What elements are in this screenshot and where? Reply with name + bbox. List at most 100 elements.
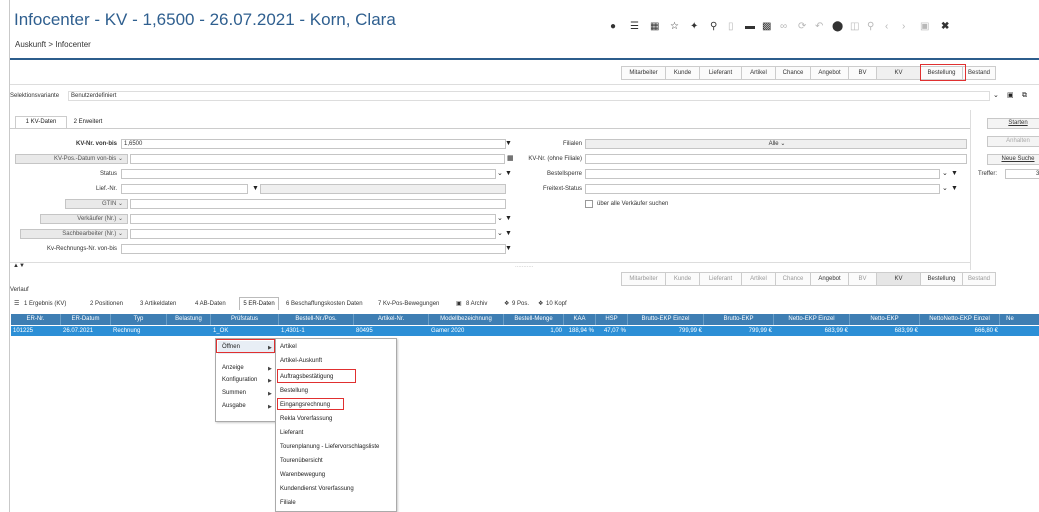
bottom-tab-mitarbeiter[interactable]: Mitarbeiter xyxy=(621,272,665,286)
bottom-tab-artikel[interactable]: Artikel xyxy=(741,272,775,286)
collapse-icon[interactable]: ▲▼ xyxy=(13,263,25,269)
kv-pos-datum-dropdown[interactable]: KV-Pos.-Datum von-bis ⌄ xyxy=(15,154,128,164)
detail-tab-er-daten[interactable]: 5 ER-Daten xyxy=(239,297,279,310)
sachbearbeiter-dropdown[interactable]: Sachbearbeiter (Nr.) ⌄ xyxy=(20,229,128,239)
trash-icon[interactable]: ◫ xyxy=(850,22,859,32)
star-icon[interactable]: ☆ xyxy=(670,22,679,32)
splitter-handle-icon[interactable]: ........... xyxy=(515,263,533,269)
neue-suche-button[interactable]: Neue Suche xyxy=(987,154,1039,165)
col-belastung[interactable]: Belastung xyxy=(167,314,211,325)
gtin-input[interactable] xyxy=(130,199,506,209)
dropdown-chevron-icon[interactable]: ⌄ xyxy=(993,91,999,101)
kv-pos-datum-input[interactable] xyxy=(130,154,505,164)
close-icon[interactable]: ✖ xyxy=(941,22,949,32)
context-item-konfiguration[interactable]: Konfiguration xyxy=(222,377,257,383)
col-bestell-nr[interactable]: Bestell-Nr./Pos. xyxy=(279,314,354,325)
bottom-tab-bestellung[interactable]: Bestellung xyxy=(920,272,962,286)
freitext-select[interactable] xyxy=(585,184,940,194)
starten-button[interactable]: Starten xyxy=(987,118,1039,129)
verkaeufer-input[interactable] xyxy=(130,214,496,224)
filter-icon[interactable]: ▼ xyxy=(505,139,512,149)
detail-tab-beschaffungskosten[interactable]: 6 Beschaffungskosten Daten xyxy=(286,301,363,307)
col-kaa[interactable]: KAA xyxy=(564,314,596,325)
tab-mitarbeiter[interactable]: Mitarbeiter xyxy=(621,66,665,80)
col-ne[interactable]: Ne xyxy=(1000,314,1020,325)
submenu-item-artikel[interactable]: Artikel xyxy=(280,344,297,350)
col-typ[interactable]: Typ xyxy=(111,314,167,325)
search-icon[interactable]: ⚲ xyxy=(867,22,874,32)
col-nettonetto-ekp-einzel[interactable]: NettoNetto-EKP Einzel xyxy=(920,314,1000,325)
col-er-nr[interactable]: ER-Nr. xyxy=(11,314,61,325)
kv-nr-input[interactable]: 1,6500 xyxy=(121,139,506,149)
detail-tab-ergebnis[interactable]: 1 Ergebnis (KV) xyxy=(24,301,66,307)
col-netto-ekp[interactable]: Netto-EKP xyxy=(850,314,920,325)
undo-icon[interactable]: ↶ xyxy=(815,22,823,32)
col-brutto-ekp[interactable]: Brutto-EKP xyxy=(704,314,774,325)
kv-nr-ohne-input[interactable] xyxy=(585,154,967,164)
tab-angebot[interactable]: Angebot xyxy=(810,66,848,80)
submenu-item-bestellung[interactable]: Bestellung xyxy=(280,388,308,394)
lief-nr-input[interactable] xyxy=(121,184,248,194)
save-variant-icon[interactable]: ▣ xyxy=(1007,91,1014,101)
save-icon[interactable]: ▣ xyxy=(920,22,929,32)
print-icon[interactable]: ▩ xyxy=(762,22,771,32)
submenu-item-lieferant[interactable]: Lieferant xyxy=(280,430,303,436)
bestellsperre-select[interactable] xyxy=(585,169,940,179)
filialen-select[interactable]: Alle ⌄ xyxy=(585,139,967,149)
detail-tab-kopf[interactable]: 10 Kopf xyxy=(546,301,567,307)
submenu-item-rekla-vorerfassung[interactable]: Rekla Vorerfassung xyxy=(280,416,332,422)
status-filter-icon[interactable]: ▼ xyxy=(505,169,512,179)
location-icon[interactable]: ⚲ xyxy=(710,22,717,32)
col-artikel-nr[interactable]: Artikel-Nr. xyxy=(354,314,429,325)
alle-verkaeufer-checkbox[interactable] xyxy=(585,200,593,208)
anhalten-button[interactable]: Anhalten xyxy=(987,136,1039,147)
subtab-kv-daten[interactable]: 1 KV-Daten xyxy=(15,116,67,128)
tab-bv[interactable]: BV xyxy=(848,66,876,80)
submenu-item-warenbewegung[interactable]: Warenbewegung xyxy=(280,472,325,478)
pin-icon[interactable]: ✦ xyxy=(690,22,698,32)
forward-icon[interactable]: › xyxy=(902,22,905,32)
bottom-tab-kv[interactable]: KV xyxy=(876,272,920,286)
detail-tab-ab-daten[interactable]: 4 AB-Daten xyxy=(195,301,226,307)
kv-rechnung-input[interactable] xyxy=(121,244,506,254)
tab-kunde[interactable]: Kunde xyxy=(665,66,699,80)
bestellsperre-chevron-icon[interactable]: ⌄ xyxy=(942,169,948,179)
treffer-input[interactable]: 300 xyxy=(1005,169,1039,179)
gtin-dropdown[interactable]: GTIN ⌄ xyxy=(65,199,128,209)
col-hsp[interactable]: HSP xyxy=(596,314,628,325)
tab-lieferant[interactable]: Lieferant xyxy=(699,66,741,80)
detail-tab-pos[interactable]: 9 Pos. xyxy=(512,301,529,307)
detail-tab-artikeldaten[interactable]: 3 Artikeldaten xyxy=(140,301,176,307)
detail-tab-archiv[interactable]: 8 Archiv xyxy=(466,301,487,307)
status-select[interactable] xyxy=(121,169,496,179)
list-icon[interactable]: ☰ xyxy=(630,22,639,32)
tab-kv[interactable]: KV xyxy=(876,66,920,80)
link-icon[interactable]: ∞ xyxy=(780,22,787,32)
verkaeufer-filter-icon[interactable]: ▼ xyxy=(505,214,512,224)
context-item-anzeige[interactable]: Anzeige xyxy=(222,365,244,371)
lief-filter-icon[interactable]: ▼ xyxy=(252,184,259,194)
bestellsperre-filter-icon[interactable]: ▼ xyxy=(951,169,958,179)
submenu-item-artikel-auskunft[interactable]: Artikel-Auskunft xyxy=(280,358,322,364)
freitext-filter-icon[interactable]: ▼ xyxy=(951,184,958,194)
submenu-item-kundendienst[interactable]: Kundendienst Vorerfassung xyxy=(280,486,354,492)
submenu-item-filiale[interactable]: Filiale xyxy=(280,500,296,506)
context-item-ausgabe[interactable]: Ausgabe xyxy=(222,403,246,409)
circle-icon[interactable]: ⬤ xyxy=(832,22,843,32)
back-icon[interactable]: ‹ xyxy=(885,22,888,32)
sachbearbeiter-chevron-icon[interactable]: ⌄ xyxy=(497,229,503,239)
verkaeufer-dropdown[interactable]: Verkäufer (Nr.) ⌄ xyxy=(40,214,128,224)
col-er-datum[interactable]: ER-Datum xyxy=(61,314,111,325)
copy-variant-icon[interactable]: ⧉ xyxy=(1022,91,1027,101)
col-netto-ekp-einzel[interactable]: Netto-EKP Einzel xyxy=(774,314,850,325)
tab-bestand[interactable]: Bestand xyxy=(962,66,996,80)
bottom-tab-bestand[interactable]: Bestand xyxy=(962,272,996,286)
folder-icon[interactable]: ▬ xyxy=(745,22,755,32)
sachbearbeiter-filter-icon[interactable]: ▼ xyxy=(505,229,512,239)
detail-tab-positionen[interactable]: 2 Positionen xyxy=(90,301,123,307)
bottom-tab-kunde[interactable]: Kunde xyxy=(665,272,699,286)
detail-tab-kv-pos-bewegungen[interactable]: 7 Kv-Pos-Bewegungen xyxy=(378,301,439,307)
calendar-icon[interactable]: ▦ xyxy=(650,22,659,32)
tab-chance[interactable]: Chance xyxy=(775,66,810,80)
submenu-item-tourenuebersicht[interactable]: Tourenübersicht xyxy=(280,458,323,464)
